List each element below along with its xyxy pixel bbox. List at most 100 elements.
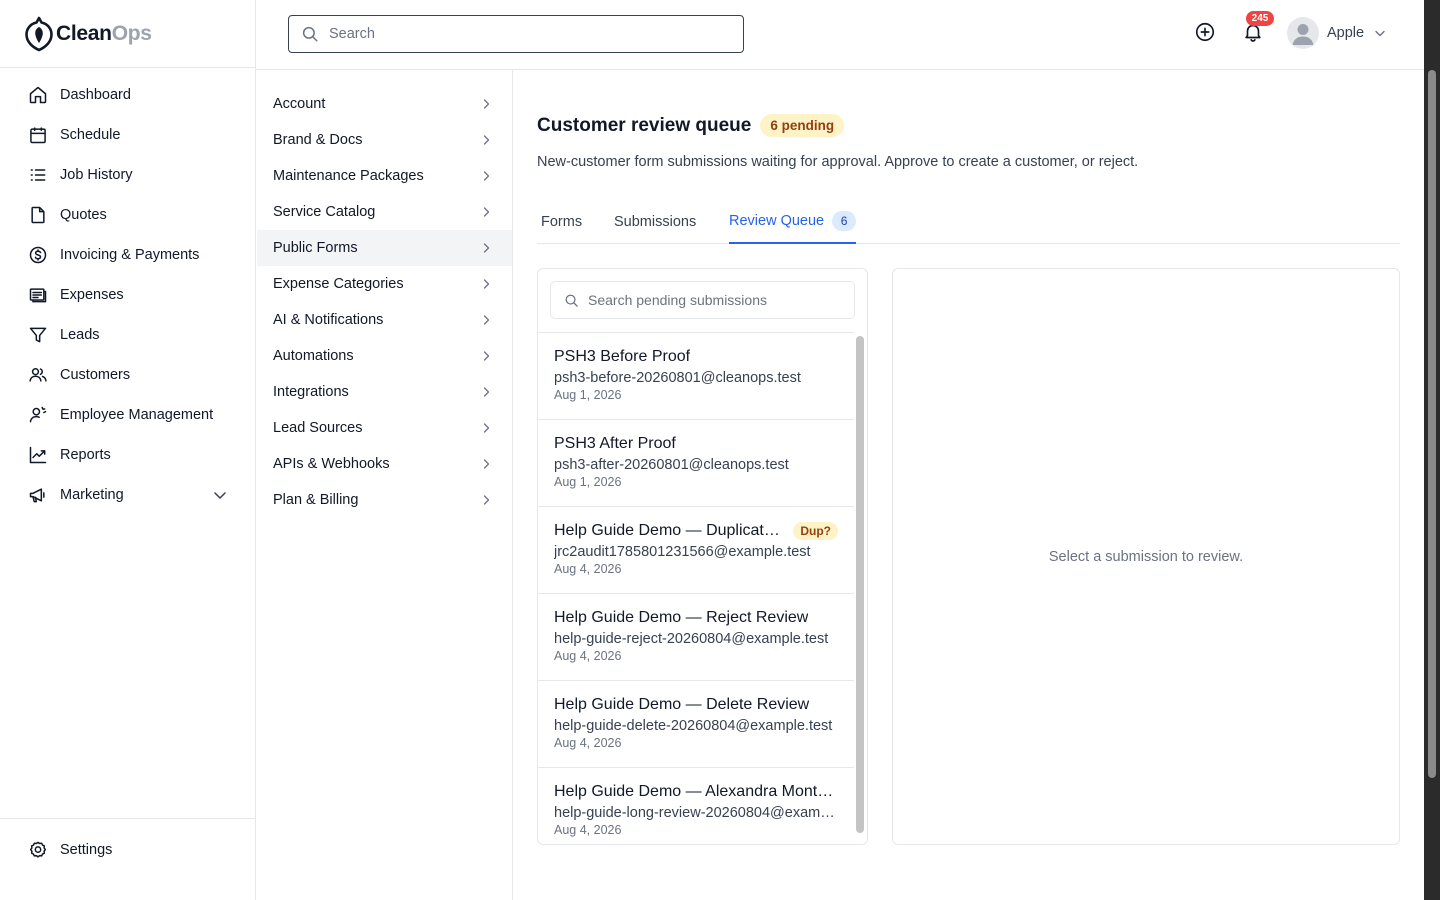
submenu-item-ai-notifications[interactable]: AI & Notifications <box>257 302 512 338</box>
submenu-label: Lead Sources <box>273 420 363 436</box>
submission-date: Aug 4, 2026 <box>554 736 622 750</box>
user-menu[interactable]: Apple <box>1287 17 1386 49</box>
nav-item-customers[interactable]: Customers <box>0 355 255 395</box>
submenu-label: Service Catalog <box>273 204 376 220</box>
submenu-label: Automations <box>273 348 354 364</box>
page-header: Customer review queue 6 pending <box>537 114 845 137</box>
megaphone-icon <box>29 488 45 503</box>
pending-search-input[interactable] <box>588 292 848 308</box>
nav-label: Quotes <box>60 207 107 223</box>
chevron-right-icon <box>483 207 490 217</box>
submission-date: Aug 1, 2026 <box>554 388 622 402</box>
tab-label: Forms <box>541 214 583 230</box>
nav-item-dashboard[interactable]: Dashboard <box>0 75 255 115</box>
nav-item-leads[interactable]: Leads <box>0 315 255 355</box>
user-name: Apple <box>1327 25 1365 41</box>
page-title: Customer review queue <box>537 114 752 136</box>
top-bar: 245 Apple <box>256 0 1424 70</box>
submission-item[interactable]: Help Guide Demo — Delete Review help-gui… <box>538 681 854 768</box>
submission-date: Aug 4, 2026 <box>554 649 622 663</box>
global-search[interactable] <box>288 15 744 53</box>
brand-name: CleanOps <box>56 21 152 45</box>
submission-date: Aug 4, 2026 <box>554 823 622 837</box>
submission-item[interactable]: PSH3 After Proof psh3-after-20260801@cle… <box>538 420 854 507</box>
chevron-right-icon <box>483 423 490 433</box>
nav-item-job-history[interactable]: Job History <box>0 155 255 195</box>
tab-review-queue[interactable]: Review Queue 6 <box>729 200 857 244</box>
submenu-item-public-forms[interactable]: Public Forms <box>257 230 512 266</box>
submenu-label: Plan & Billing <box>273 492 359 508</box>
list-icon <box>30 169 46 181</box>
nav-item-expenses[interactable]: Expenses <box>0 275 255 315</box>
nav-label: Settings <box>60 842 113 858</box>
submenu-item-account[interactable]: Account <box>257 86 512 122</box>
submission-email: help-guide-long-review-20260804@example.… <box>554 805 838 821</box>
submenu-item-service-catalog[interactable]: Service Catalog <box>257 194 512 230</box>
nav-item-quotes[interactable]: Quotes <box>0 195 255 235</box>
nav-label: Job History <box>60 167 133 183</box>
submission-name: PSH3 Before Proof <box>554 348 691 365</box>
chart-line-icon <box>29 446 47 464</box>
submenu-item-maintenance-packages[interactable]: Maintenance Packages <box>257 158 512 194</box>
tab-submissions[interactable]: Submissions <box>614 200 696 244</box>
calendar-icon <box>30 127 46 144</box>
submenu-label: Account <box>273 96 326 112</box>
nav-item-schedule[interactable]: Schedule <box>0 115 255 155</box>
submenu-label: Maintenance Packages <box>273 168 424 184</box>
submission-name: Help Guide Demo — Delete Review <box>554 696 810 713</box>
settings-submenu: Account Brand & Docs Maintenance Package… <box>257 70 513 900</box>
chevron-right-icon <box>483 99 490 109</box>
submission-list-panel: PSH3 Before Proof psh3-before-20260801@c… <box>537 268 868 845</box>
dollar-icon <box>29 246 47 264</box>
file-icon <box>31 206 45 224</box>
submission-name: Help Guide Demo — Duplicate Check <box>554 522 784 539</box>
nav-item-employee-management[interactable]: Employee Management <box>0 395 255 435</box>
page-scrollbar-thumb[interactable] <box>1428 70 1436 778</box>
list-scrollbar[interactable] <box>856 336 864 833</box>
pending-count-badge: 6 pending <box>760 114 845 137</box>
submenu-item-integrations[interactable]: Integrations <box>257 374 512 410</box>
nav-label: Reports <box>60 447 111 463</box>
tab-forms[interactable]: Forms <box>541 200 582 244</box>
submenu-label: Brand & Docs <box>273 132 363 148</box>
submenu-item-plan-billing[interactable]: Plan & Billing <box>257 482 512 518</box>
submission-date: Aug 4, 2026 <box>554 562 622 576</box>
submission-item[interactable]: PSH3 Before Proof psh3-before-20260801@c… <box>538 333 854 420</box>
chevron-right-icon <box>483 135 490 145</box>
brand-logo[interactable]: CleanOps <box>0 0 255 68</box>
tab-count-badge: 6 <box>832 211 857 231</box>
submission-email: psh3-after-20260801@cleanops.test <box>554 457 789 473</box>
submission-item[interactable]: Help Guide Demo — Alexandra Montgomery h… <box>538 768 854 844</box>
pending-search[interactable] <box>550 281 855 319</box>
submission-item[interactable]: Help Guide Demo — Duplicate Check Dup? jr… <box>538 507 854 594</box>
nav-label: Invoicing & Payments <box>60 247 200 263</box>
submenu-item-automations[interactable]: Automations <box>257 338 512 374</box>
submission-email: help-guide-reject-20260804@example.test <box>554 631 829 647</box>
submission-list: PSH3 Before Proof psh3-before-20260801@c… <box>538 332 854 844</box>
submission-email: jrc2audit1785801231566@example.test <box>554 544 811 560</box>
nav-item-settings[interactable]: Settings <box>0 830 255 870</box>
submenu-item-apis-webhooks[interactable]: APIs & Webhooks <box>257 446 512 482</box>
chevron-right-icon <box>483 351 490 361</box>
submenu-item-lead-sources[interactable]: Lead Sources <box>257 410 512 446</box>
submenu-item-expense-categories[interactable]: Expense Categories <box>257 266 512 302</box>
duplicate-badge: Dup? <box>793 522 838 540</box>
page-scrollbar[interactable] <box>1424 0 1440 900</box>
submenu-label: AI & Notifications <box>273 312 384 328</box>
nav-item-marketing[interactable]: Marketing <box>0 475 255 515</box>
plus-circle-icon[interactable] <box>1194 21 1216 43</box>
submenu-item-brand-docs[interactable]: Brand & Docs <box>257 122 512 158</box>
nav-label: Employee Management <box>60 407 214 423</box>
submenu-label: Integrations <box>273 384 349 400</box>
submission-name: Help Guide Demo — Reject Review <box>554 609 809 626</box>
nav-item-invoicing-payments[interactable]: Invoicing & Payments <box>0 235 255 275</box>
nav-label: Schedule <box>60 127 121 143</box>
chevron-down-icon <box>1375 30 1385 37</box>
nav-item-reports[interactable]: Reports <box>0 435 255 475</box>
submission-item[interactable]: Help Guide Demo — Reject Review help-gui… <box>538 594 854 681</box>
global-search-input[interactable] <box>329 26 719 42</box>
users-icon <box>29 368 47 382</box>
main-nav: Dashboard Schedule Job History Quotes In… <box>0 68 255 515</box>
avatar-placeholder-icon <box>1292 24 1314 45</box>
chevron-down-icon[interactable] <box>213 488 227 502</box>
